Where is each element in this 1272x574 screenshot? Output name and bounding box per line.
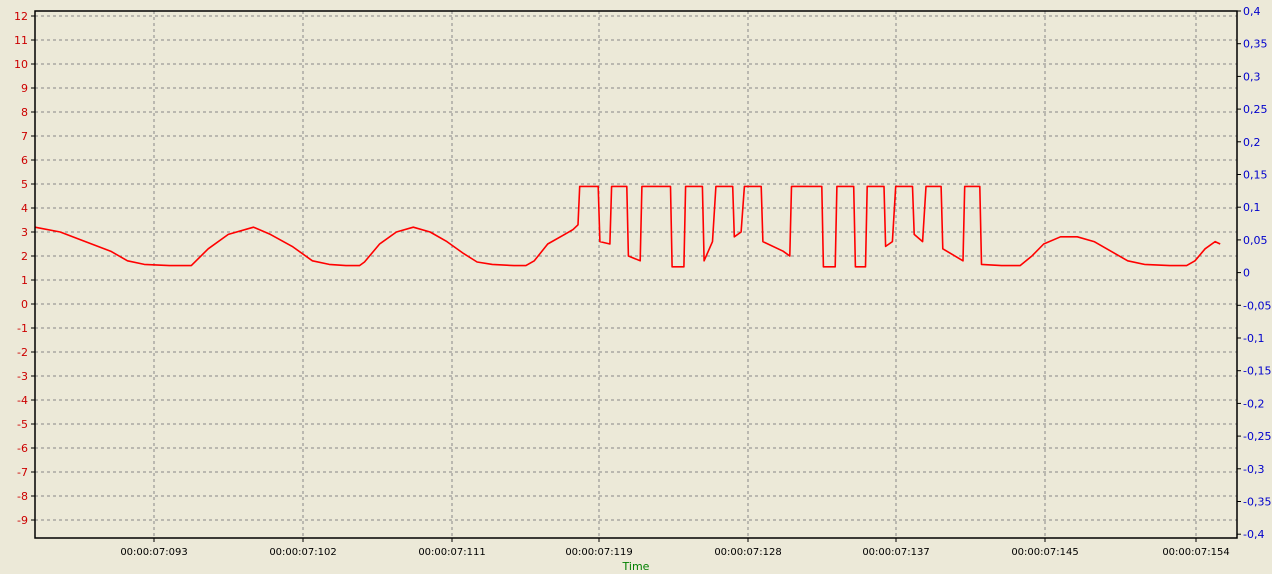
x-tick-label: 00:00:07:102 [269, 547, 336, 558]
right-tick-label: -0,05 [1243, 299, 1271, 312]
x-tick-label: 00:00:07:128 [714, 547, 781, 558]
left-tick-label: 11 [14, 34, 28, 47]
left-tick-label: -2 [17, 346, 28, 359]
right-tick-label: -0,1 [1243, 332, 1264, 345]
left-tick-label: 12 [14, 10, 28, 23]
right-tick-label: 0,4 [1243, 5, 1261, 18]
right-axis: 0,4 0,35 0,3 0,25 0,2 0,15 0,1 0,05 0 -0,05 -0,1 -0… [1237, 5, 1271, 541]
left-tick-label: -1 [17, 322, 28, 335]
left-tick-label: -3 [17, 370, 28, 383]
right-tick-label: 0,3 [1243, 70, 1261, 83]
left-tick-label: 10 [14, 58, 28, 71]
right-tick-label: 0,25 [1243, 103, 1268, 116]
left-tick-label: 6 [21, 154, 28, 167]
right-tick-label: 0,15 [1243, 169, 1268, 182]
left-tick-label: 5 [21, 178, 28, 191]
right-tick-label: -0,15 [1243, 365, 1271, 378]
x-tick-label: 00:00:07:119 [565, 547, 632, 558]
left-tick-label: 9 [21, 82, 28, 95]
left-tick-label: 3 [21, 226, 28, 239]
left-tick-label: 8 [21, 106, 28, 119]
left-axis: 1211109876543210-1-2-3-4-5-6-7-8-9 [14, 10, 35, 527]
left-tick-label: 7 [21, 130, 28, 143]
x-tick-label: 00:00:07:137 [862, 547, 929, 558]
right-tick-label: 0,35 [1243, 38, 1268, 51]
right-tick-label: 0,05 [1243, 234, 1268, 247]
left-tick-label: 2 [21, 250, 28, 263]
chart-svg: 1211109876543210-1-2-3-4-5-6-7-8-9 0,40,… [14, 5, 1271, 573]
right-tick-label: -0,4 [1243, 528, 1264, 541]
x-tick-label: 00:00:07:093 [120, 547, 187, 558]
x-tick-label: 00:00:07:154 [1162, 547, 1229, 558]
left-tick-label: -6 [17, 442, 28, 455]
left-tick-label: -4 [17, 394, 28, 407]
plot-area [35, 11, 1237, 538]
x-axis: 00:00:07:093 00:00:07:102 00:00:07:111 00:0… [120, 538, 1230, 558]
x-axis-label: Time [622, 560, 650, 573]
right-tick-label: -0,3 [1243, 463, 1264, 476]
left-tick-label: 4 [21, 202, 28, 215]
right-tick-label: -0,35 [1243, 496, 1271, 509]
left-tick-label: -8 [17, 490, 28, 503]
left-tick-label: -7 [17, 466, 28, 479]
left-tick-label: -5 [17, 418, 28, 431]
right-tick-label: -0,2 [1243, 397, 1264, 410]
left-tick-label: -9 [17, 514, 28, 527]
right-tick-label: 0,1 [1243, 201, 1261, 214]
right-tick-label: 0,2 [1243, 136, 1261, 149]
left-tick-label: 0 [21, 298, 28, 311]
right-tick-label: -0,25 [1243, 430, 1271, 443]
x-tick-label: 00:00:07:111 [418, 547, 485, 558]
left-tick-label: 1 [21, 274, 28, 287]
x-tick-label: 00:00:07:145 [1011, 547, 1078, 558]
right-tick-label: 0 [1243, 267, 1250, 280]
